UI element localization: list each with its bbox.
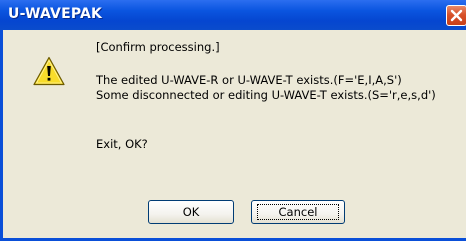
dialog-body: [Confirm processing.] The edited U-WAVE-… [3,30,466,238]
close-icon [450,9,463,22]
message-line-1: The edited U-WAVE-R or U-WAVE-T exists.(… [96,73,402,87]
close-button[interactable] [446,5,466,26]
confirm-header: [Confirm processing.] [96,40,220,54]
dialog-window: U-WAVEPAK [Confirm processing.] The edit… [0,0,466,241]
focus-rectangle [257,204,339,220]
cancel-button[interactable]: Cancel [251,200,345,224]
message-line-2: Some disconnected or editing U-WAVE-T ex… [96,88,436,102]
warning-icon [33,56,65,86]
ok-button-label: OK [182,205,200,219]
window-title: U-WAVEPAK [8,6,103,22]
ok-button[interactable]: OK [148,200,234,224]
title-bar[interactable]: U-WAVEPAK [0,0,466,30]
exit-question: Exit, OK? [96,137,148,151]
